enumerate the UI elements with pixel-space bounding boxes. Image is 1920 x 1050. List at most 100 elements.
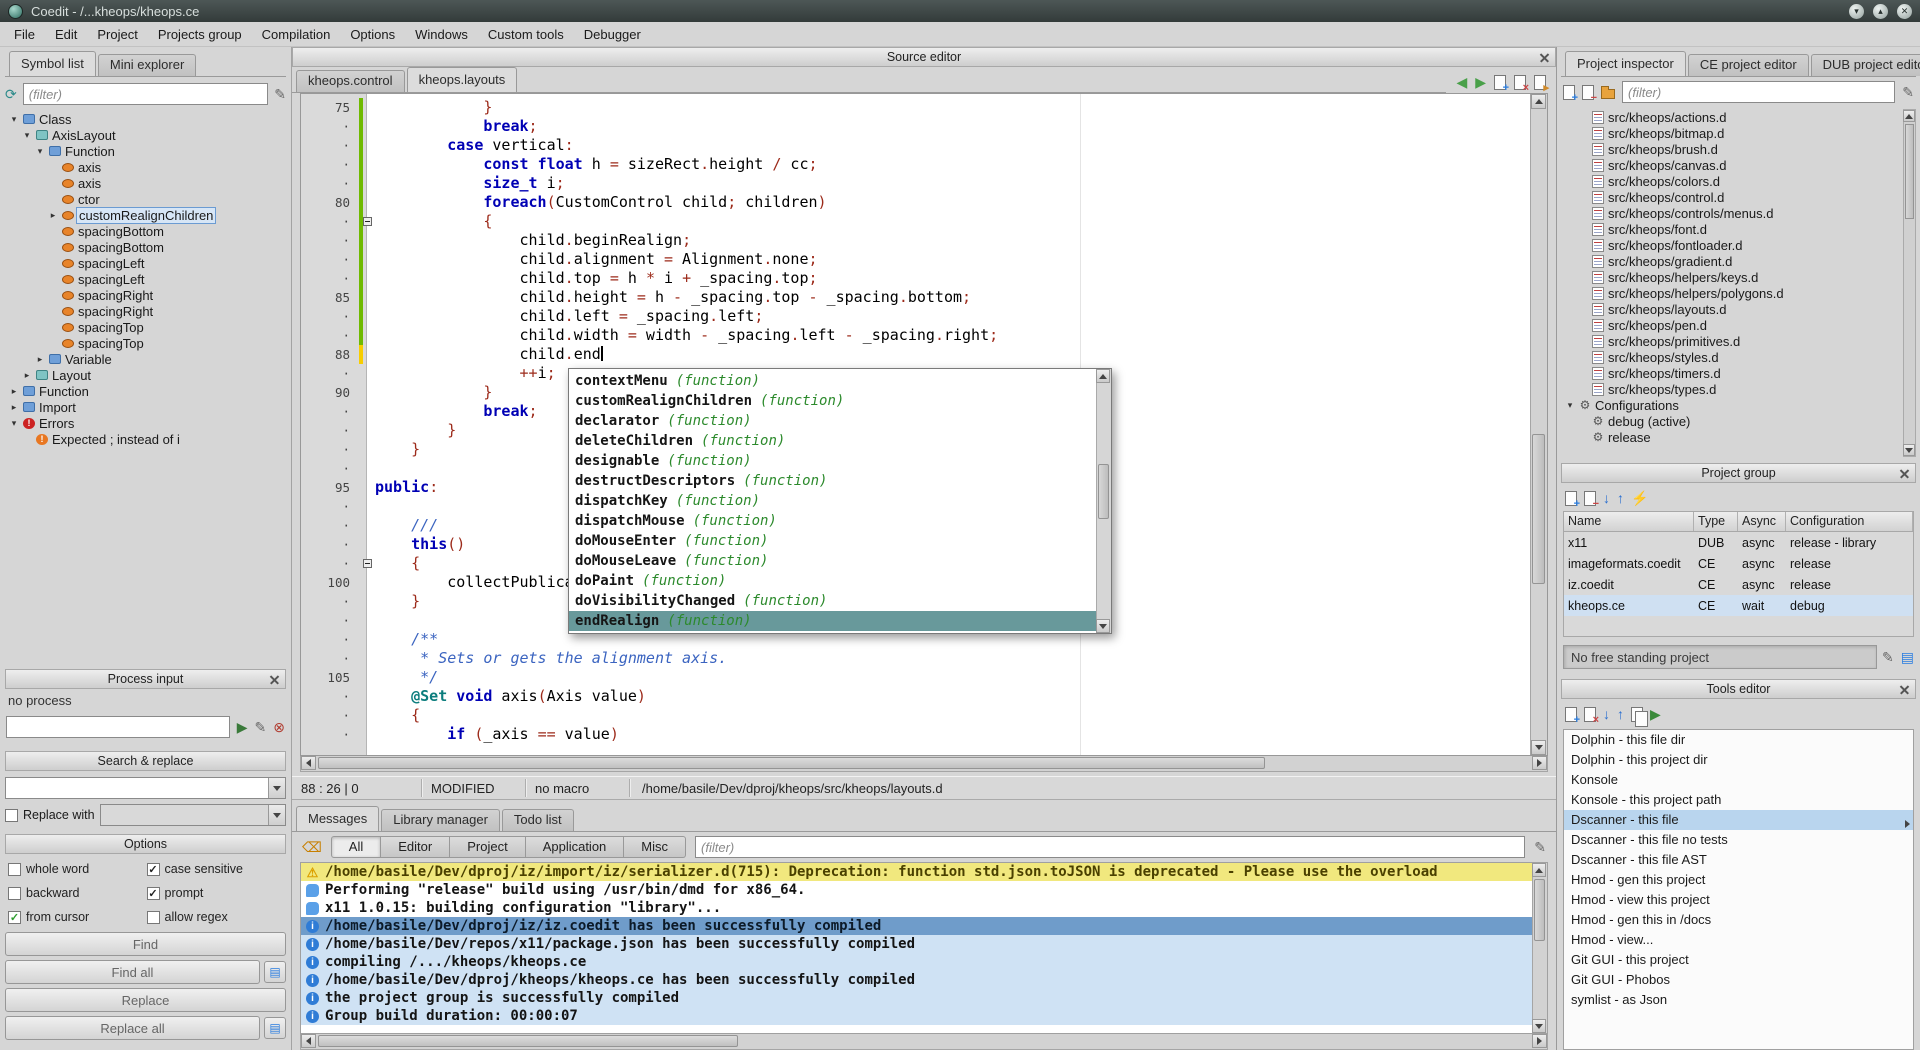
inspector-tab-project-inspector[interactable]: Project inspector (1565, 51, 1686, 76)
filter-all-button[interactable]: All (331, 836, 381, 858)
completion-item[interactable]: dispatchKey(function) (569, 491, 1096, 511)
messages-hscroll-thumb[interactable] (318, 1035, 738, 1047)
gutter-cell[interactable]: · (301, 535, 367, 554)
project-tree-scrollbar[interactable] (1903, 109, 1916, 457)
code-line[interactable]: · size_t i; (301, 174, 1530, 193)
open-folder-icon[interactable] (1601, 89, 1615, 99)
inspector-tab-ce-project-editor[interactable]: CE project editor (1688, 54, 1809, 76)
code-line[interactable]: · child.top = h * i + _spacing.top; (301, 269, 1530, 288)
scroll-down-icon[interactable] (1096, 619, 1110, 633)
close-tools-editor-icon[interactable] (1898, 683, 1911, 696)
gutter-cell[interactable]: · (301, 155, 367, 174)
messages-vertical-scrollbar[interactable] (1532, 863, 1547, 1033)
combo-dropdown-icon[interactable] (268, 805, 285, 825)
completion-item[interactable]: doMouseLeave(function) (569, 551, 1096, 571)
project-file-row[interactable]: src/kheops/helpers/polygons.d (1561, 285, 1901, 301)
gutter-cell[interactable]: 85 (301, 288, 367, 307)
project-row[interactable]: kheops.ceCEwaitdebug (1564, 595, 1913, 616)
expander-icon[interactable]: ▾ (22, 130, 32, 140)
tool-item[interactable]: symlist - as Json (1564, 990, 1913, 1010)
project-file-row[interactable]: src/kheops/primitives.d (1561, 333, 1901, 349)
from-cursor-checkbox[interactable]: ✓from cursor (8, 908, 145, 926)
completion-item[interactable]: doPaint(function) (569, 571, 1096, 591)
menu-compilation[interactable]: Compilation (252, 24, 341, 45)
move-tool-down-icon[interactable]: ↓ (1603, 707, 1610, 722)
symbol-row[interactable]: spacingTop (5, 335, 286, 351)
next-location-icon[interactable]: ▶ (1475, 75, 1486, 90)
messages-horizontal-scrollbar[interactable] (300, 1034, 1548, 1050)
select-free-project-icon[interactable]: ▤ (1901, 650, 1914, 665)
gutter-cell[interactable]: · (301, 117, 367, 136)
expander-icon[interactable]: ▾ (9, 418, 19, 428)
menu-custom-tools[interactable]: Custom tools (478, 24, 574, 45)
clone-tool-icon[interactable] (1631, 707, 1643, 722)
gutter-cell[interactable]: · (301, 174, 367, 193)
new-document-icon[interactable]: + (1494, 75, 1506, 90)
edit-free-project-icon[interactable]: ✎ (1882, 650, 1894, 665)
symbol-row[interactable]: ▸Import (5, 399, 286, 415)
replace-button[interactable]: Replace (5, 988, 286, 1012)
symbol-row[interactable]: spacingTop (5, 319, 286, 335)
project-file-row[interactable]: ⚙release (1561, 429, 1901, 445)
completion-item[interactable]: endRealign(function) (569, 611, 1096, 631)
code-line[interactable]: · { (301, 212, 1530, 231)
code-line[interactable]: · const float h = sizeRect.height / cc; (301, 155, 1530, 174)
send-input-icon[interactable]: ▶ (237, 720, 248, 735)
process-input-field[interactable] (6, 716, 230, 738)
message-row[interactable]: Performing "release" build using /usr/bi… (301, 881, 1532, 899)
completion-item[interactable]: customRealignChildren(function) (569, 391, 1096, 411)
completion-item[interactable]: deleteChildren(function) (569, 431, 1096, 451)
scroll-up-icon[interactable] (1531, 94, 1546, 109)
minimize-button[interactable]: ▾ (1849, 4, 1864, 19)
gutter-cell[interactable]: · (301, 326, 367, 345)
symbol-refresh-icon[interactable]: ⟳ (5, 87, 17, 102)
code-line[interactable]: · break; (301, 117, 1530, 136)
left-tab-symbol-list[interactable]: Symbol list (9, 51, 96, 76)
find-all-button[interactable]: Find all (5, 960, 260, 984)
menu-windows[interactable]: Windows (405, 24, 478, 45)
gutter-cell[interactable]: · (301, 554, 367, 573)
tool-item[interactable]: Git GUI - this project (1564, 950, 1913, 970)
completion-scroll-thumb[interactable] (1098, 464, 1109, 519)
code-line[interactable]: 88 child.end (301, 345, 1530, 364)
code-line[interactable]: · child.left = _spacing.left; (301, 307, 1530, 326)
tool-item[interactable]: Hmod - gen this in /docs (1564, 910, 1913, 930)
symbol-row[interactable]: spacingLeft (5, 255, 286, 271)
symbol-row[interactable]: ▾Class (5, 111, 286, 127)
code-line[interactable]: · child.alignment = Alignment.none; (301, 250, 1530, 269)
expander-icon[interactable]: ▸ (9, 402, 19, 412)
messages-tab-library-manager[interactable]: Library manager (381, 809, 500, 831)
completion-scrollbar[interactable] (1096, 369, 1111, 633)
menu-projects-group[interactable]: Projects group (148, 24, 252, 45)
close-button[interactable]: ✕ (1897, 4, 1912, 19)
project-row[interactable]: iz.coeditCEasyncrelease (1564, 574, 1913, 595)
expander-icon[interactable]: ▾ (35, 146, 45, 156)
code-line[interactable]: · @Set void axis(Axis value) (301, 687, 1530, 706)
scroll-right-icon[interactable] (1532, 1034, 1547, 1048)
symbol-row[interactable]: spacingRight (5, 287, 286, 303)
messages-filter-input[interactable] (695, 836, 1525, 858)
symbol-row[interactable]: spacingBottom (5, 223, 286, 239)
gutter-cell[interactable]: 95 (301, 478, 367, 497)
project-file-row[interactable]: src/kheops/styles.d (1561, 349, 1901, 365)
symbol-row[interactable]: spacingLeft (5, 271, 286, 287)
project-file-row[interactable]: src/kheops/font.d (1561, 221, 1901, 237)
tool-item[interactable]: Hmod - gen this project (1564, 870, 1913, 890)
maximize-button[interactable]: ▴ (1873, 4, 1888, 19)
replace-all-button[interactable]: Replace all (5, 1016, 260, 1040)
code-line[interactable]: · { (301, 706, 1530, 725)
messages-tab-todo-list[interactable]: Todo list (502, 809, 574, 831)
editor-vscroll-thumb[interactable] (1532, 434, 1545, 584)
allow-regex-checkbox[interactable]: allow regex (147, 908, 284, 926)
move-tool-up-icon[interactable]: ↑ (1617, 707, 1624, 722)
expander-icon[interactable]: ▸ (22, 370, 32, 380)
clear-messages-icon[interactable]: ⌫ (302, 840, 322, 855)
message-row[interactable]: i/home/basile/Dev/repos/x11/package.json… (301, 935, 1532, 953)
code-line[interactable]: · child.beginRealign; (301, 231, 1530, 250)
editor-hscroll-thumb[interactable] (318, 757, 1265, 769)
gutter-cell[interactable]: 90 (301, 383, 367, 402)
tool-item[interactable]: Git GUI - Phobos (1564, 970, 1913, 990)
expander-icon[interactable]: ▾ (9, 114, 19, 124)
code-line[interactable]: · case vertical: (301, 136, 1530, 155)
project-file-row[interactable]: src/kheops/canvas.d (1561, 157, 1901, 173)
